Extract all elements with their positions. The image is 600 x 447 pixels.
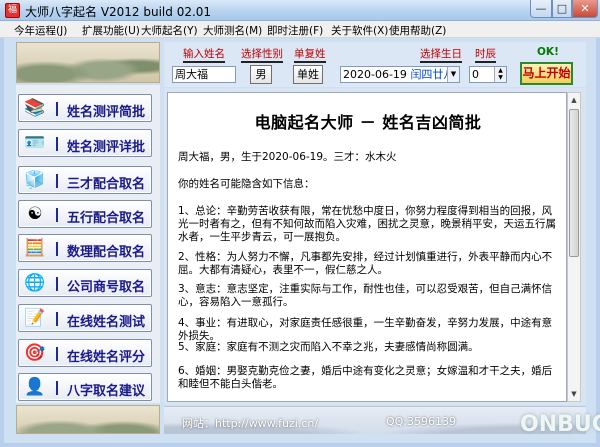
- separator: [56, 347, 58, 361]
- target-icon: 🎯: [24, 343, 46, 363]
- menu-item-extensions[interactable]: 扩展功能(U): [82, 23, 140, 38]
- gender-button[interactable]: 男: [250, 65, 272, 84]
- sidebar-button-label: 姓名测评详批: [67, 140, 146, 155]
- sidebar-button-sancai[interactable]: 🧊 三才配合取名: [18, 166, 152, 194]
- watermark-logo: ONBUG: [520, 412, 600, 437]
- close-button[interactable]: ✕: [572, 0, 598, 18]
- menu-item-naming[interactable]: 大师起名(Y): [141, 23, 198, 38]
- separator: [56, 102, 58, 116]
- report-document: 电脑起名大师 － 姓名吉凶简批 周大福，男，生于2020-06-19。三才：水木…: [167, 92, 567, 402]
- birthday-label: 选择生日: [420, 46, 462, 63]
- title-bar: 福 大师八字起名 V2012 build 02.01 — □ ✕: [0, 0, 600, 21]
- separator: [56, 137, 58, 151]
- sidebar-button-label: 八字取名建议: [67, 384, 146, 399]
- hour-label: 时辰: [475, 46, 496, 63]
- sidebar-button-label: 在线姓名评分: [67, 350, 146, 365]
- report-title: 电脑起名大师 － 姓名吉凶简批: [254, 113, 482, 132]
- id-card-icon: 🪪: [24, 133, 46, 153]
- separator: [56, 242, 58, 256]
- sidebar-button-label: 三才配合取名: [67, 177, 146, 192]
- online-test-icon: 📝: [24, 308, 46, 328]
- minimize-button[interactable]: —: [530, 0, 552, 18]
- hour-value: 0: [472, 68, 479, 81]
- app-logo-icon: 福: [5, 3, 20, 18]
- menu-item-about[interactable]: 关于软件(X): [331, 23, 388, 38]
- menu-item-register[interactable]: 即时注册(F): [267, 23, 323, 38]
- globe-icon: 🌐: [24, 273, 46, 293]
- separator: [56, 208, 58, 222]
- landscape-painting-bottom: [16, 405, 160, 434]
- report-paragraph: 1、总论：辛勤劳苦收获有限，常在忧愁中度日，你努力程度得到相当的回报，风光一时者…: [178, 205, 556, 243]
- report-paragraph: 2、性格：为人努力不懈，凡事都先安排，经过计划慎重进行，外表平静而内心不屈。大都…: [178, 251, 553, 276]
- sidebar-button-label: 姓名测评简批: [67, 105, 146, 120]
- menu-item-name-test[interactable]: 大师测名(M): [203, 23, 262, 38]
- menu-item-help[interactable]: 使用帮助(Z): [389, 23, 446, 38]
- ok-label: OK!: [537, 46, 559, 58]
- scroll-down-icon[interactable]: ▼: [568, 387, 580, 401]
- report-paragraph: 6、婚姻：男娶克勤克俭之妻，婚后中途有变化之灵意；女嫁温和才干之夫，婚后和睦但不…: [178, 365, 553, 390]
- name-label: 输入姓名: [183, 46, 225, 63]
- sidebar-button-name-brief[interactable]: 📚 姓名测评简批: [18, 94, 152, 122]
- sidebar-button-online-test[interactable]: 📝 在线姓名测试: [18, 304, 152, 332]
- surname-type-label: 单复姓: [294, 46, 326, 63]
- sidebar-button-label: 数理配合取名: [67, 245, 146, 260]
- abacus-icon: 🧮: [24, 238, 46, 258]
- separator: [56, 174, 58, 188]
- report-paragraph: 你的姓名可能隐含如下信息：: [178, 178, 315, 190]
- portrait-icon: 👤: [24, 377, 46, 397]
- surname-type-button[interactable]: 单姓: [293, 65, 323, 84]
- birthday-date: 2020-06-19: [343, 68, 407, 81]
- name-input[interactable]: 周大福: [172, 66, 236, 83]
- scroll-up-icon[interactable]: ▲: [568, 93, 580, 107]
- chevron-down-icon[interactable]: ▼: [447, 67, 459, 82]
- report-paragraph: 4、事业：有进取心，对家庭责任感很重，一生辛勤奋发，辛努力发展，中途有意外损失。: [178, 317, 553, 342]
- report-paragraph: 3、意志：意志坚定，注重实际与工作，耐性也佳，可以忍受艰苦，但自己满怀信心，容易…: [178, 283, 553, 308]
- sidebar-button-name-detail[interactable]: 🪪 姓名测评详批: [18, 129, 152, 157]
- separator: [56, 277, 58, 291]
- sidebar-button-wuxing[interactable]: ☯ 五行配合取名: [18, 200, 152, 228]
- separator: [56, 312, 58, 326]
- sidebar-button-label: 公司商号取名: [67, 280, 146, 295]
- sidebar-button-bazi[interactable]: 👤 八字取名建议: [18, 373, 152, 401]
- sidebar-button-label: 在线姓名测试: [67, 315, 146, 330]
- start-button[interactable]: 马上开始: [520, 62, 573, 85]
- landscape-painting: [16, 42, 160, 83]
- books-icon: 📚: [24, 98, 46, 118]
- window-title: 大师八字起名 V2012 build 02.01: [25, 5, 212, 19]
- cubes-icon: 🧊: [24, 170, 46, 190]
- report-paragraph: 周大福，男，生于2020-06-19。三才：水木火: [178, 151, 397, 163]
- footer-website: 网站：http://www.fuzi.cn/: [182, 417, 319, 430]
- sidebar-button-shuli[interactable]: 🧮 数理配合取名: [18, 234, 152, 262]
- maximize-button[interactable]: □: [552, 0, 572, 18]
- hour-stepper[interactable]: 0 ▲ ▼: [469, 66, 507, 83]
- separator: [56, 381, 58, 395]
- five-elements-icon: ☯: [27, 204, 43, 224]
- sidebar-button-label: 五行配合取名: [67, 211, 146, 226]
- spin-arrows-icon[interactable]: ▲ ▼: [494, 67, 506, 82]
- scroll-thumb[interactable]: [569, 109, 579, 257]
- gender-label: 选择性别: [241, 46, 283, 63]
- menu-bar: 今年运程(J) 扩展功能(U) 大师起名(Y) 大师测名(M) 即时注册(F) …: [0, 21, 600, 38]
- report-paragraph: 5、家庭：家庭有不测之灾而陷入不幸之兆，夫妻感情尚称圆满。: [178, 341, 479, 353]
- birthday-picker[interactable]: 2020-06-19 闰四廿八 ▼: [340, 66, 460, 83]
- report-scrollbar[interactable]: ▲ ▼: [567, 92, 581, 402]
- sidebar-button-company[interactable]: 🌐 公司商号取名: [18, 269, 152, 297]
- menu-item-yearly-fortune[interactable]: 今年运程(J): [14, 23, 67, 38]
- footer-qq: QQ:3596139: [386, 415, 457, 428]
- sidebar-button-online-score[interactable]: 🎯 在线姓名评分: [18, 339, 152, 367]
